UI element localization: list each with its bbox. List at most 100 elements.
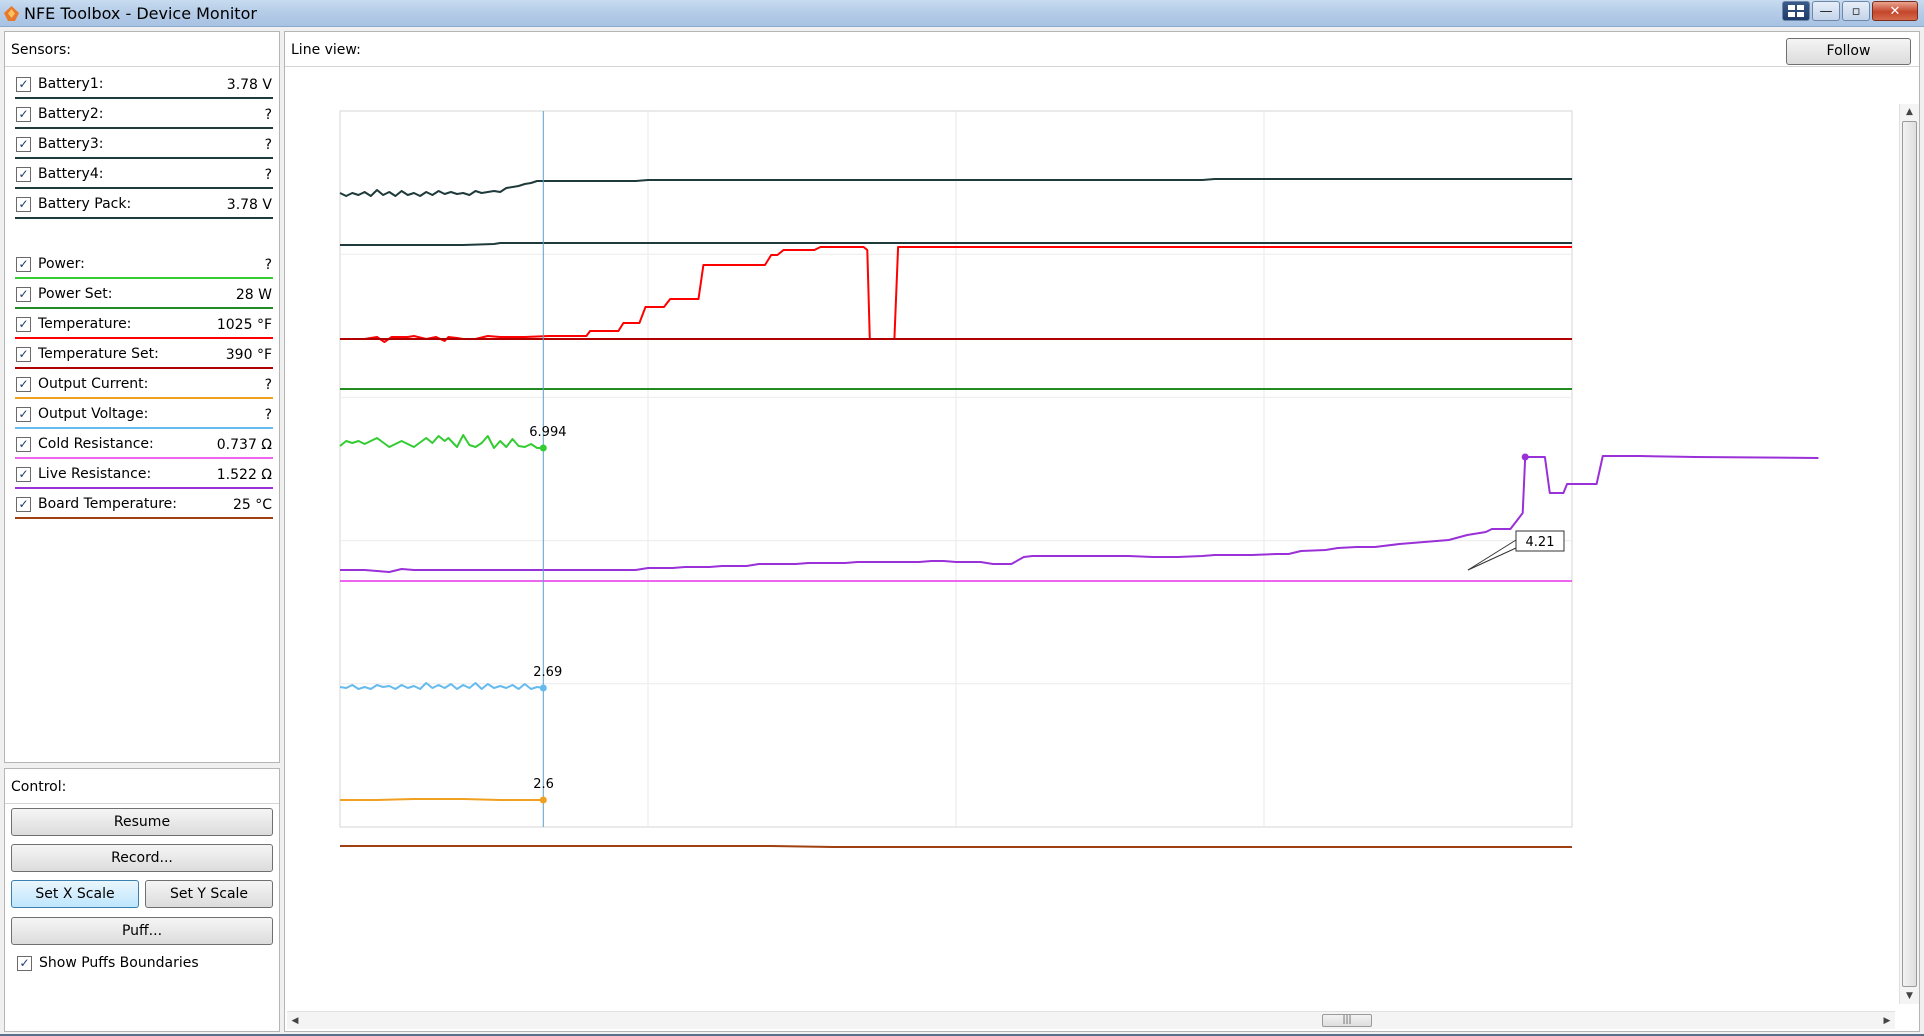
cursor-marker-output-voltage <box>539 684 547 692</box>
sensor-color-line <box>15 187 273 189</box>
window-controls: — ▫ ✕ <box>1782 1 1918 22</box>
minimize-button[interactable]: — <box>1812 1 1840 21</box>
sensor-checkbox[interactable]: ✓ <box>16 167 31 182</box>
control-panel: Control: Resume Record... Set X Scale Se… <box>4 768 280 1032</box>
sensor-row[interactable]: ✓ Power:? <box>11 251 273 281</box>
tooltip-marker <box>1521 453 1529 461</box>
horizontal-scroll-thumb[interactable]: ||| <box>1322 1014 1372 1027</box>
set-x-scale-button[interactable]: Set X Scale <box>11 880 139 908</box>
series-line-output-current <box>340 798 544 801</box>
sensor-row[interactable]: ✓ Output Current:? <box>11 371 273 401</box>
sensor-checkbox[interactable]: ✓ <box>16 347 31 362</box>
sensor-row[interactable]: ✓ Battery4:? <box>11 161 273 191</box>
sensor-label: Temperature Set: <box>38 346 159 362</box>
title-bar: NFE Toolbox - Device Monitor — ▫ ✕ <box>0 0 1924 27</box>
vertical-scrollbar[interactable]: ▲ ▼ <box>1899 104 1919 1004</box>
follow-button[interactable]: Follow <box>1786 38 1911 65</box>
sensor-value: ? <box>264 377 272 393</box>
sensor-checkbox[interactable]: ✓ <box>16 407 31 422</box>
sensor-color-line <box>15 397 273 399</box>
sensor-color-line <box>15 277 273 279</box>
set-y-scale-button[interactable]: Set Y Scale <box>145 880 273 908</box>
sensor-label: Battery3: <box>38 136 104 152</box>
sensor-row[interactable]: ✓ Output Voltage:? <box>11 401 273 431</box>
sensor-row[interactable]: ✓ Battery Pack: 3.78 V <box>11 191 273 221</box>
sensor-row[interactable]: ✓ Cold Resistance: 0.737 Ω <box>11 431 273 461</box>
sensor-color-line <box>15 517 273 519</box>
sensor-value: 1025 °F <box>216 317 272 333</box>
sensor-label: Battery2: <box>38 106 104 122</box>
puff-button[interactable]: Puff... <box>11 917 273 945</box>
scroll-left-icon[interactable]: ◀ <box>287 1012 303 1030</box>
sensor-checkbox[interactable]: ✓ <box>16 377 31 392</box>
scroll-right-icon[interactable]: ▶ <box>1879 1012 1895 1030</box>
sensor-row[interactable]: ✓ Temperature: 1025 °F <box>11 311 273 341</box>
chart-grid <box>339 110 1573 828</box>
cursor-label-output-current: 2.6 <box>533 777 554 792</box>
line-view-header: Line view: <box>285 32 1919 67</box>
sensor-row[interactable]: ✓ Live Resistance: 1.522 Ω <box>11 461 273 491</box>
maximize-button[interactable]: ▫ <box>1842 1 1870 21</box>
series-line-board-temperature <box>340 845 1572 848</box>
sensor-color-line <box>15 337 273 339</box>
maximize-icon: ▫ <box>1851 4 1861 19</box>
show-puffs-boundaries-option[interactable]: ✓ Show Puffs Boundaries <box>11 954 241 974</box>
sensor-checkbox[interactable]: ✓ <box>16 437 31 452</box>
sensor-row[interactable]: ✓ Board Temperature: 25 °C <box>11 491 273 521</box>
sensor-checkbox[interactable]: ✓ <box>16 107 31 122</box>
sensor-label: Temperature: <box>38 316 132 332</box>
sensor-label: Output Voltage: <box>38 406 149 422</box>
sensor-value: 28 W <box>235 287 272 303</box>
horizontal-scrollbar[interactable]: ◀ ||| ▶ <box>287 1011 1895 1029</box>
sensor-checkbox[interactable]: ✓ <box>16 287 31 302</box>
sensor-row[interactable]: ✓ Battery2:? <box>11 101 273 131</box>
sensor-checkbox[interactable]: ✓ <box>16 467 31 482</box>
sensor-label: Power Set: <box>38 286 113 302</box>
show-puffs-checkbox[interactable]: ✓ <box>17 956 32 971</box>
sensor-color-line <box>15 457 273 459</box>
vertical-scroll-thumb[interactable] <box>1902 121 1917 987</box>
sensor-row[interactable]: ✓ Battery1: 3.78 V <box>11 71 273 101</box>
sensor-color-line <box>15 217 273 219</box>
sensor-value: 0.737 Ω <box>216 437 272 453</box>
sensor-label: Cold Resistance: <box>38 436 154 452</box>
scroll-down-icon[interactable]: ▼ <box>1900 988 1919 1004</box>
scroll-up-icon[interactable]: ▲ <box>1900 104 1919 120</box>
sensor-value: ? <box>264 137 272 153</box>
sensor-row[interactable]: ✓ Battery3:? <box>11 131 273 161</box>
sensor-row[interactable]: ✓ Temperature Set: 390 °F <box>11 341 273 371</box>
sensor-value: ? <box>264 407 272 423</box>
sensor-color-line <box>15 487 273 489</box>
line-view-panel: Line view: Follow 6.994 2.69 2.6 4.21 ▲ ▼ … <box>284 31 1920 1032</box>
sensor-value: 3.78 V <box>226 77 272 93</box>
control-header: Control: <box>5 769 279 804</box>
sensor-checkbox[interactable]: ✓ <box>16 497 31 512</box>
show-puffs-label: Show Puffs Boundaries <box>39 955 199 971</box>
sensor-color-line <box>15 157 273 159</box>
sensor-label: Power: <box>38 256 85 272</box>
sensor-row[interactable]: ✓ Power Set: 28 W <box>11 281 273 311</box>
sensors-panel: Sensors: ✓ Battery1: 3.78 V ✓ Battery2:? ✓ Bat… <box>4 31 280 763</box>
sensor-label: Battery1: <box>38 76 104 92</box>
sensor-label: Live Resistance: <box>38 466 152 482</box>
sensor-checkbox[interactable]: ✓ <box>16 257 31 272</box>
line-chart[interactable]: 6.994 2.69 2.6 4.21 <box>285 68 1895 1008</box>
sensor-value: 390 °F <box>225 347 272 363</box>
app-icon <box>4 6 19 21</box>
close-button[interactable]: ✕ <box>1872 1 1918 21</box>
minimize-icon: — <box>1819 4 1833 19</box>
tooltip-value: 4.21 <box>1526 535 1555 550</box>
sensor-checkbox[interactable]: ✓ <box>16 77 31 92</box>
sensor-checkbox[interactable]: ✓ <box>16 317 31 332</box>
sensor-value: 3.78 V <box>226 197 272 213</box>
sensor-checkbox[interactable]: ✓ <box>16 197 31 212</box>
sensors-header: Sensors: <box>5 32 279 67</box>
resume-button[interactable]: Resume <box>11 808 273 836</box>
record-button[interactable]: Record... <box>11 844 273 872</box>
window-title: NFE Toolbox - Device Monitor <box>24 4 257 23</box>
layout-icon[interactable] <box>1782 1 1810 21</box>
sensor-checkbox[interactable]: ✓ <box>16 137 31 152</box>
sensor-value: ? <box>264 167 272 183</box>
sensor-label: Battery Pack: <box>38 196 132 212</box>
sensor-color-line <box>15 127 273 129</box>
